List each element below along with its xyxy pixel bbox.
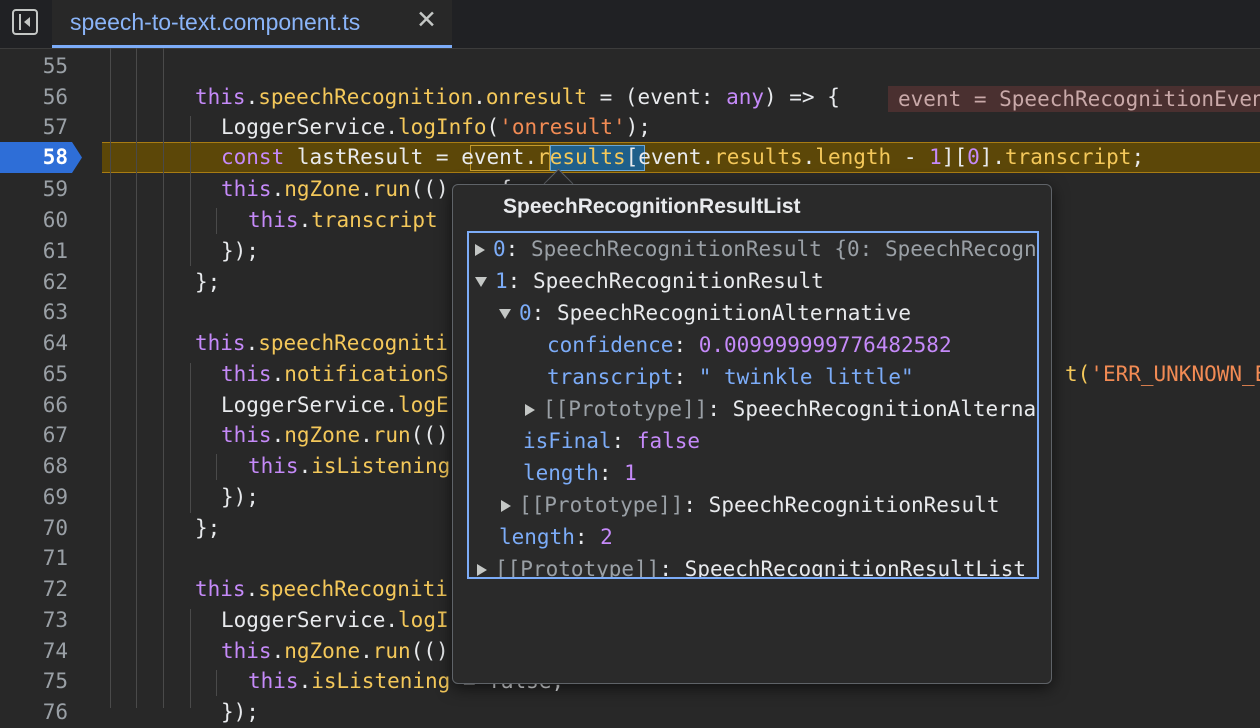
line-number[interactable]: 69 <box>0 482 68 513</box>
line-number[interactable]: 74 <box>0 636 68 667</box>
code-line-57: LoggerService.logInfo('onresult'); <box>221 115 651 139</box>
tree-property[interactable]: isFinal: false <box>523 425 700 457</box>
indent-guide <box>163 48 164 708</box>
tree-node[interactable]: 0: SpeechRecognitionAlternative <box>499 297 911 329</box>
breakpoint-line-number: 58 <box>42 145 68 169</box>
code-line-61: }); <box>221 239 259 263</box>
line-number[interactable]: 55 <box>0 51 68 82</box>
close-icon[interactable]: ✕ <box>416 8 437 33</box>
line-number[interactable]: 73 <box>0 605 68 636</box>
line-number[interactable]: 56 <box>0 82 68 113</box>
line-number[interactable]: 57 <box>0 112 68 143</box>
collapse-arrow-icon[interactable] <box>475 277 487 287</box>
line-number[interactable]: 62 <box>0 267 68 298</box>
indent-guide <box>216 454 217 480</box>
collapse-arrow-icon[interactable] <box>499 309 511 319</box>
expand-arrow-icon[interactable] <box>475 244 485 256</box>
tree-node[interactable]: [[Prototype]]: SpeechRecognitionResult <box>501 489 999 521</box>
code-line-67: this.ngZone.run(() <box>221 423 449 447</box>
line-number[interactable]: 65 <box>0 359 68 390</box>
toggle-navigator-icon[interactable] <box>12 9 38 35</box>
code-line-72: this.speechRecogniti <box>195 577 448 601</box>
tab-speech-to-text[interactable]: speech-to-text.component.ts ✕ <box>52 0 452 48</box>
code-line-66: LoggerService.logE <box>221 393 449 417</box>
expand-arrow-icon[interactable] <box>477 564 487 576</box>
popover-title: SpeechRecognitionResultList <box>503 195 801 218</box>
expand-arrow-icon[interactable] <box>501 500 511 512</box>
indent-guide <box>190 609 191 708</box>
tree-property[interactable]: length: 2 <box>499 521 613 553</box>
inline-value-event: event = SpeechRecognitionEvent <box>888 86 1260 112</box>
line-number[interactable]: 70 <box>0 513 68 544</box>
tab-bar: speech-to-text.component.ts ✕ <box>0 0 1260 49</box>
code-line-76: }); <box>221 700 259 724</box>
line-number[interactable]: 71 <box>0 543 68 574</box>
expand-arrow-icon[interactable] <box>525 404 535 416</box>
code-line-65: this.notificationS <box>221 362 449 386</box>
indent-guide <box>190 363 191 513</box>
line-number[interactable]: 59 <box>0 174 68 205</box>
line-number[interactable]: 68 <box>0 451 68 482</box>
line-number[interactable]: 72 <box>0 574 68 605</box>
line-number[interactable]: 64 <box>0 328 68 359</box>
line-number[interactable]: 61 <box>0 236 68 267</box>
line-number[interactable]: 63 <box>0 297 68 328</box>
object-tree[interactable]: 0: SpeechRecognitionResult {0: SpeechRec… <box>467 231 1039 579</box>
indent-guide <box>190 116 191 266</box>
line-number[interactable]: 75 <box>0 666 68 697</box>
code-line-62: }; <box>195 270 221 294</box>
code-line-65-tail: t('ERR_UNKNOWN_E <box>1065 362 1260 386</box>
tab-title: speech-to-text.component.ts <box>70 9 361 35</box>
code-line-74: this.ngZone.run(() <box>221 639 449 663</box>
code-line-73: LoggerService.logI <box>221 608 449 632</box>
tree-node[interactable]: 0: SpeechRecognitionResult {0: SpeechRec… <box>475 233 1037 265</box>
line-number[interactable]: 76 <box>0 697 68 728</box>
indent-guide <box>216 208 217 234</box>
line-number[interactable]: 67 <box>0 420 68 451</box>
hover-popover[interactable]: SpeechRecognitionResultList 0: SpeechRec… <box>452 184 1052 684</box>
code-line-70: }; <box>195 516 221 540</box>
code-line-60: this.transcript <box>248 208 438 232</box>
code-line-64: this.speechRecogniti <box>195 331 448 355</box>
code-line-69: }); <box>221 485 259 509</box>
indent-guide <box>110 48 111 708</box>
tree-property[interactable]: length: 1 <box>523 457 637 489</box>
breakpoint-marker[interactable]: 58 <box>0 142 82 173</box>
indent-guide <box>216 670 217 696</box>
indent-guide <box>136 48 137 708</box>
tree-property[interactable]: transcript: " twinkle little" <box>547 361 914 393</box>
line-number[interactable]: 60 <box>0 205 68 236</box>
tree-node[interactable]: [[Prototype]]: SpeechRecognitionResultLi… <box>477 553 1026 577</box>
tree-node[interactable]: [[Prototype]]: SpeechRecognitionAlternat… <box>525 393 1037 425</box>
code-line-68: this.isListening <box>248 454 451 478</box>
tree-property[interactable]: confidence: 0.009999999776482582 <box>547 329 952 361</box>
line-number[interactable]: 66 <box>0 390 68 421</box>
tree-node[interactable]: 1: SpeechRecognitionResult <box>475 265 824 297</box>
code-line-56: this.speechRecognition.onresult = (event… <box>195 85 840 109</box>
code-line-58: const lastResult = event.results[event.r… <box>221 145 1145 169</box>
